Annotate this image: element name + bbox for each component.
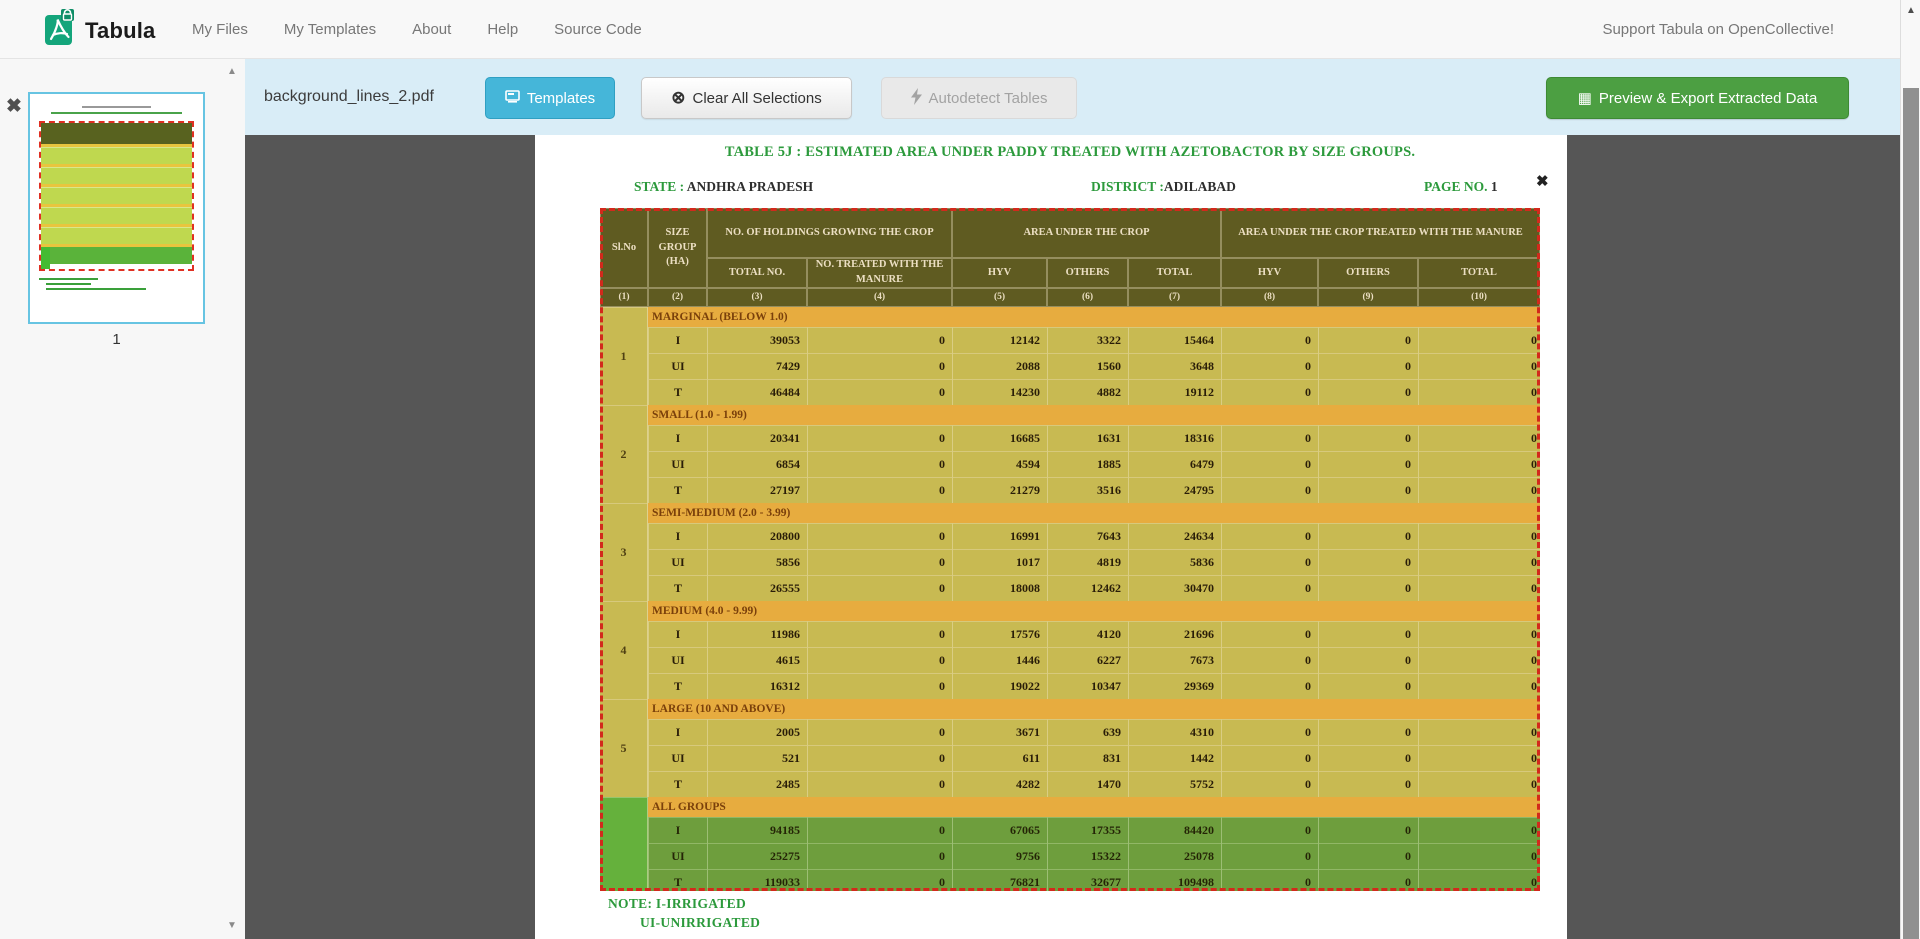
district-field: DISTRICT :ADILABAD bbox=[1091, 179, 1236, 195]
main-scrollbar[interactable]: ▲ bbox=[1900, 0, 1920, 939]
lightning-icon bbox=[911, 88, 922, 109]
export-label: Preview & Export Extracted Data bbox=[1599, 90, 1817, 107]
remove-page-icon[interactable]: ✖ bbox=[6, 95, 22, 118]
mini-note-line bbox=[39, 278, 98, 280]
sidebar-scroll-down-icon[interactable]: ▼ bbox=[227, 920, 237, 931]
nav-menu: My Files My Templates About Help Source Code bbox=[192, 0, 642, 59]
state-field: STATE : ANDHRA PRADESH bbox=[634, 179, 813, 195]
document-title: TABLE 5J : ESTIMATED AREA UNDER PADDY TR… bbox=[600, 144, 1540, 161]
tabula-logo-icon bbox=[44, 9, 76, 52]
state-label: STATE : bbox=[634, 179, 684, 194]
data-table: Sl.No SIZE GROUP (HA) NO. OF HOLDINGS GR… bbox=[600, 208, 1540, 891]
navbar: Tabula My Files My Templates About Help Sour… bbox=[0, 0, 1920, 59]
note-line-2: UI-UNIRRIGATED bbox=[640, 915, 760, 931]
autodetect-tables-button: Autodetect Tables bbox=[881, 77, 1077, 119]
templates-button[interactable]: Templates bbox=[485, 77, 615, 119]
toolbar: background_lines_2.pdf Templates ⊗ Clear… bbox=[245, 59, 1900, 135]
nav-item-my-templates[interactable]: My Templates bbox=[284, 21, 376, 38]
pdf-viewport: TABLE 5J : ESTIMATED AREA UNDER PADDY TR… bbox=[245, 135, 1900, 939]
clear-label: Clear All Selections bbox=[693, 90, 822, 107]
mini-subtitle-line bbox=[51, 112, 182, 114]
pageno-field: PAGE NO. 1 bbox=[1424, 179, 1498, 195]
templates-label: Templates bbox=[527, 90, 595, 107]
mini-note-line bbox=[46, 283, 91, 285]
page-thumbnail[interactable] bbox=[28, 92, 205, 324]
support-link[interactable]: Support Tabula on OpenCollective! bbox=[1602, 0, 1834, 59]
pdf-page[interactable]: TABLE 5J : ESTIMATED AREA UNDER PADDY TR… bbox=[535, 135, 1567, 939]
table-selection[interactable] bbox=[600, 208, 1540, 891]
selection-close-icon[interactable]: ✖ bbox=[1536, 175, 1549, 190]
templates-icon bbox=[505, 90, 520, 107]
clear-selections-button[interactable]: ⊗ Clear All Selections bbox=[641, 77, 852, 119]
district-label: DISTRICT : bbox=[1091, 179, 1164, 194]
table-icon: ▦ bbox=[1578, 89, 1592, 107]
district-value: ADILABAD bbox=[1164, 179, 1236, 194]
preview-export-button[interactable]: ▦ Preview & Export Extracted Data bbox=[1546, 77, 1849, 119]
brand[interactable]: Tabula bbox=[44, 9, 155, 52]
clear-icon: ⊗ bbox=[671, 88, 685, 108]
state-value: ANDHRA PRADESH bbox=[684, 179, 813, 194]
filename-label: background_lines_2.pdf bbox=[264, 59, 434, 135]
sidebar-scroll-up-icon[interactable]: ▲ bbox=[227, 66, 237, 77]
mini-title-line bbox=[82, 106, 151, 108]
mini-table bbox=[39, 121, 194, 271]
nav-item-about[interactable]: About bbox=[412, 21, 451, 38]
brand-name: Tabula bbox=[85, 18, 155, 44]
autodetect-label: Autodetect Tables bbox=[929, 90, 1048, 107]
scroll-up-icon[interactable]: ▲ bbox=[1901, 5, 1920, 16]
nav-item-help[interactable]: Help bbox=[487, 21, 518, 38]
scrollbar-thumb[interactable] bbox=[1903, 88, 1919, 939]
note-line-1: NOTE: I-IRRIGATED bbox=[608, 896, 746, 912]
page-number-label: 1 bbox=[28, 331, 205, 348]
nav-item-my-files[interactable]: My Files bbox=[192, 21, 248, 38]
pageno-value: 1 bbox=[1488, 179, 1498, 194]
nav-item-source-code[interactable]: Source Code bbox=[554, 21, 642, 38]
mini-note-line bbox=[46, 288, 146, 290]
sidebar: ✖ 1 ▲ ▼ bbox=[0, 59, 245, 939]
pageno-label: PAGE NO. bbox=[1424, 179, 1488, 194]
